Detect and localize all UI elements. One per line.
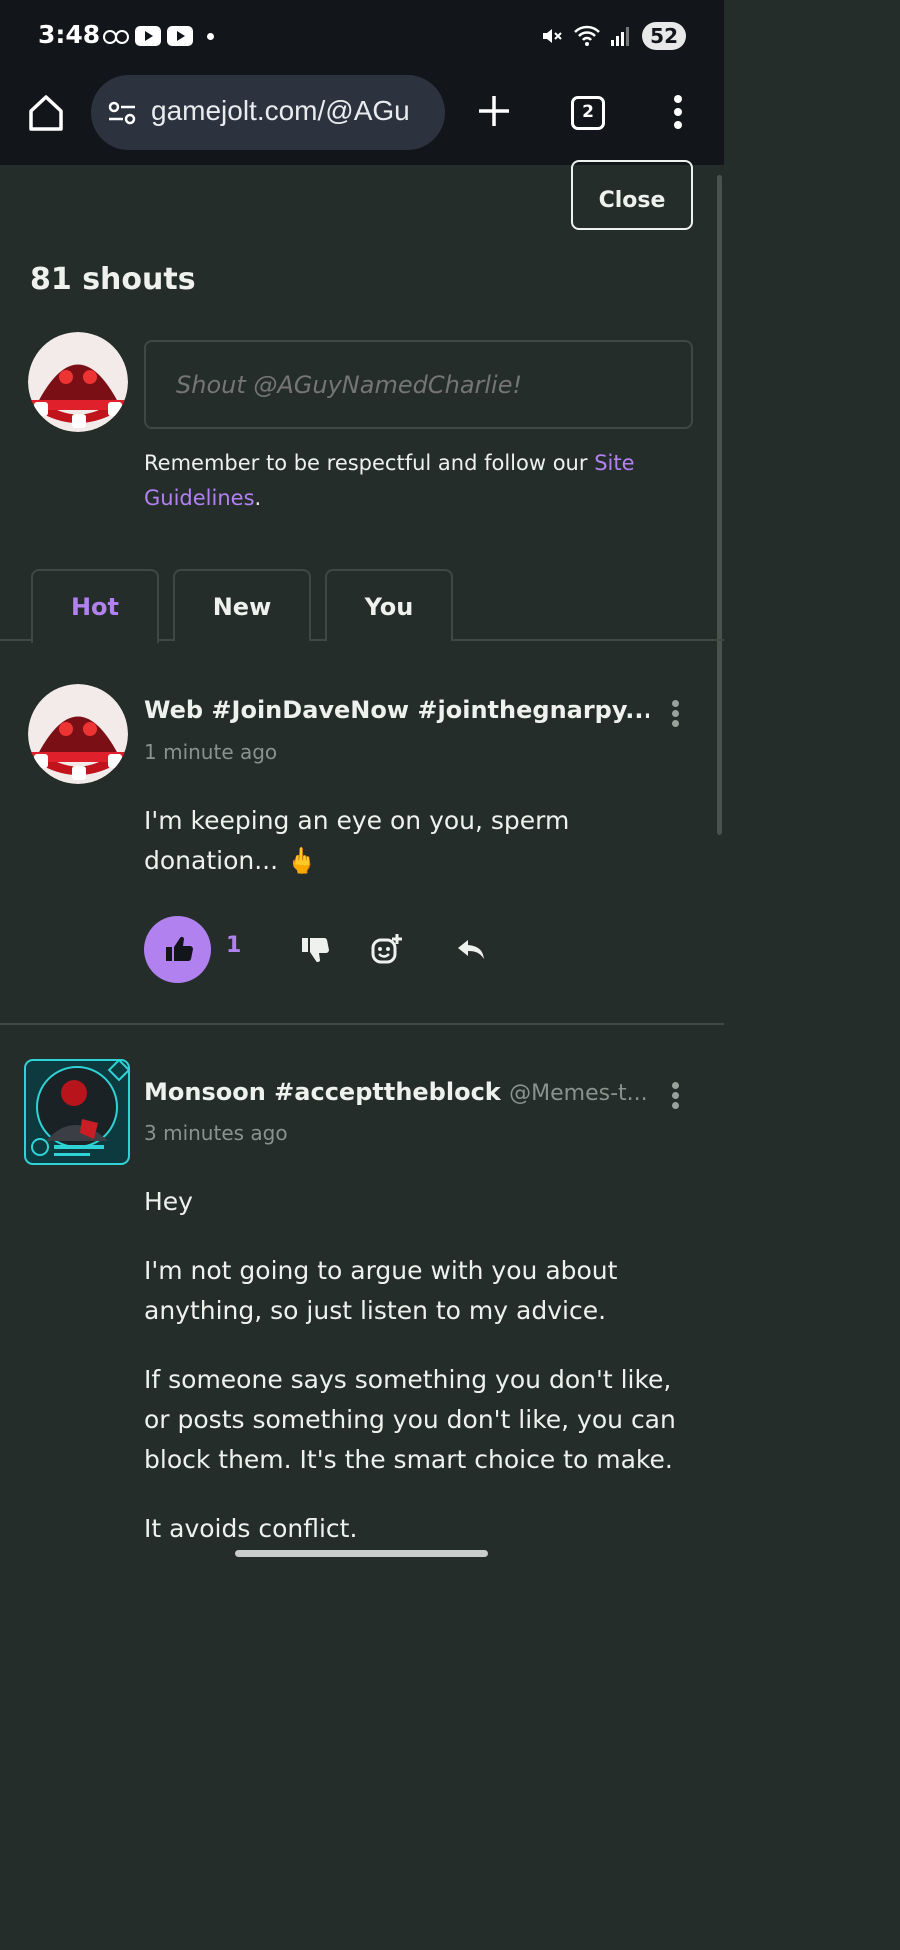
avatar-image: [28, 684, 128, 784]
reply-icon[interactable]: [454, 932, 488, 966]
like-count[interactable]: 1: [226, 933, 241, 958]
notification-dot-icon: [207, 32, 214, 40]
tab-you[interactable]: You: [325, 569, 453, 641]
post-author-handle[interactable]: @Memes-t...: [509, 1081, 648, 1106]
post-divider: [0, 1023, 724, 1025]
status-icons-right: 52: [540, 22, 686, 50]
status-bar: 3:48 52: [0, 0, 724, 75]
post-paragraph: If someone says something you don't like…: [144, 1365, 676, 1474]
user-avatar[interactable]: [28, 332, 128, 432]
signal-icon: [611, 27, 630, 46]
battery-indicator: 52: [642, 22, 686, 50]
guidelines-note: Remember to be respectful and follow our…: [144, 446, 704, 516]
close-button[interactable]: Close: [571, 160, 693, 230]
youtube-icon: [135, 26, 161, 46]
shout-input[interactable]: [144, 340, 693, 429]
guidelines-text: Remember to be respectful and follow our: [144, 451, 595, 475]
site-settings-icon[interactable]: [107, 100, 137, 126]
url-text: gamejolt.com/@AGu: [151, 95, 410, 126]
post-body: Hey I'm not going to argue with you abou…: [144, 1182, 689, 1578]
mute-icon: [543, 29, 562, 43]
post-paragraph: I'm not going to argue with you about an…: [144, 1256, 618, 1325]
post-author[interactable]: Monsoon #accepttheblock @Memes-t...: [144, 1078, 649, 1106]
shout-tabs: Hot New You: [0, 569, 724, 643]
browser-toolbar: gamejolt.com/@AGu 2: [0, 75, 724, 165]
thumbs-down-icon[interactable]: [296, 932, 330, 966]
post-body: I'm keeping an eye on you, sperm donatio…: [144, 801, 689, 910]
voicemail-icon: [103, 29, 129, 44]
youtube-icon: [167, 26, 193, 46]
post-timestamp[interactable]: 3 minutes ago: [144, 1121, 288, 1145]
page-title: 81 shouts: [30, 262, 196, 297]
like-button[interactable]: [144, 916, 211, 983]
post-author[interactable]: Web #JoinDaveNow #jointhegnarpy...: [144, 696, 649, 724]
post-paragraph: I'm keeping an eye on you, sperm donatio…: [144, 806, 570, 875]
status-time: 3:48: [38, 20, 101, 49]
wifi-icon: [574, 25, 601, 46]
address-bar[interactable]: gamejolt.com/@AGu: [91, 75, 445, 150]
thumbs-up-icon: [166, 936, 193, 961]
scrollbar[interactable]: [717, 175, 722, 835]
post-paragraph: It avoids conflict.: [144, 1514, 358, 1543]
post-paragraph: Hey: [144, 1187, 193, 1216]
post-avatar[interactable]: [24, 1058, 131, 1165]
home-icon[interactable]: [27, 93, 65, 133]
avatar-frame-image: [24, 1058, 131, 1165]
browser-menu-icon[interactable]: [671, 95, 685, 135]
home-indicator[interactable]: [235, 1550, 488, 1557]
tab-hot[interactable]: Hot: [31, 569, 159, 643]
post-options-icon[interactable]: [669, 1082, 681, 1112]
post-author-name[interactable]: Monsoon #accepttheblock: [144, 1078, 501, 1106]
status-icons-left: [103, 26, 214, 46]
post-options-icon[interactable]: [669, 700, 681, 730]
avatar-image: [28, 332, 128, 432]
new-tab-icon[interactable]: [476, 93, 512, 129]
post-timestamp[interactable]: 1 minute ago: [144, 740, 277, 764]
post-avatar[interactable]: [28, 684, 128, 784]
guidelines-suffix: .: [254, 486, 262, 510]
tab-new[interactable]: New: [173, 569, 311, 641]
tab-switcher-button[interactable]: 2: [571, 96, 605, 130]
add-sticker-icon[interactable]: [370, 932, 404, 966]
